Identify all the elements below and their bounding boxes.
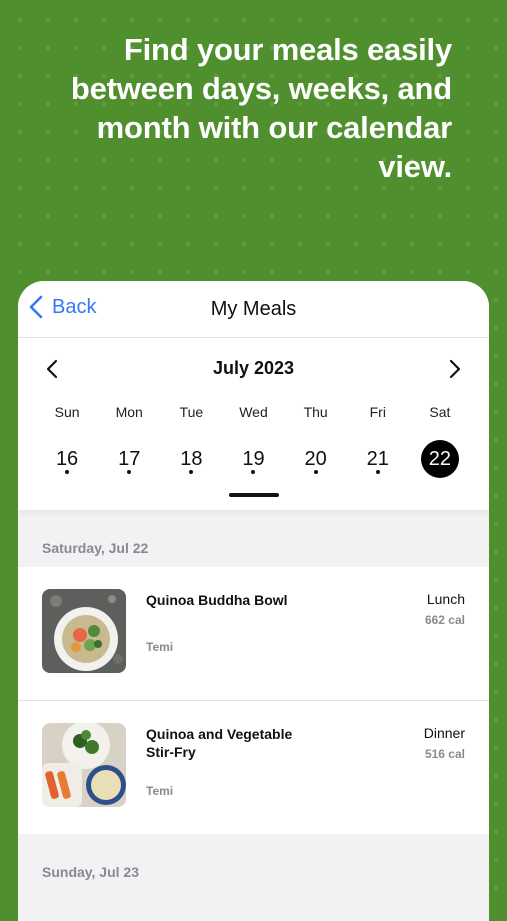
meal-name: Quinoa Buddha Bowl (146, 592, 288, 608)
weekday-wed: Wed (239, 404, 268, 420)
meal-author: Temi (146, 784, 174, 798)
weekday-sat: Sat (429, 404, 451, 420)
drag-handle[interactable] (229, 493, 279, 497)
weekday-names: Sun Mon Tue Wed Thu Fri Sat (36, 404, 471, 420)
meal-name: Quinoa and Vegetable Stir-Fry (146, 726, 293, 760)
meal-calories: 662 cal (424, 613, 465, 627)
date-20[interactable]: 20 (285, 440, 347, 480)
date-16[interactable]: 16 (36, 440, 98, 480)
week-dates: 16 17 18 19 20 21 22 (36, 440, 471, 480)
month-header: July 2023 (18, 354, 489, 384)
date-18[interactable]: 18 (160, 440, 222, 480)
meal-type: Dinner (423, 725, 465, 741)
section-header: Sunday, Jul 23 (42, 864, 139, 880)
navigation-bar: Back My Meals (18, 281, 489, 338)
phone-screen: Back My Meals July 2023 Sun Mon Tue Wed … (18, 281, 489, 921)
date-22-selected[interactable]: 22 (409, 440, 471, 480)
next-month-button[interactable] (443, 358, 465, 380)
promo-headline: Find your meals easily between days, wee… (70, 32, 452, 184)
meal-item[interactable]: Quinoa and Vegetable Stir-Fry Temi Dinne… (18, 701, 489, 834)
weekday-fri: Fri (369, 404, 386, 420)
calendar-week-view: July 2023 Sun Mon Tue Wed Thu Fri Sat 16… (18, 338, 489, 510)
date-19[interactable]: 19 (222, 440, 284, 480)
has-meals-dot (313, 470, 318, 474)
section-header: Saturday, Jul 22 (42, 540, 149, 556)
date-17[interactable]: 17 (98, 440, 160, 480)
weekday-mon: Mon (115, 404, 143, 420)
meal-thumbnail-stir-fry (42, 723, 126, 807)
meal-thumbnail-buddha-bowl (42, 589, 126, 673)
month-label: July 2023 (212, 358, 295, 378)
date-number: 22 (420, 440, 459, 478)
weekday-thu: Thu (303, 404, 328, 420)
page-title: My Meals (210, 298, 297, 320)
has-meals-dot (375, 470, 380, 474)
weekday-tue: Tue (179, 404, 204, 420)
meal-type: Lunch (426, 591, 465, 607)
date-21[interactable]: 21 (347, 440, 409, 480)
meal-calories: 516 cal (424, 747, 465, 761)
meal-item[interactable]: Quinoa Buddha Bowl Temi Lunch 662 cal (18, 567, 489, 701)
weekday-sun: Sun (54, 404, 80, 420)
meal-author: Temi (146, 640, 174, 654)
meal-list: Quinoa Buddha Bowl Temi Lunch 662 cal Qu… (18, 567, 489, 834)
